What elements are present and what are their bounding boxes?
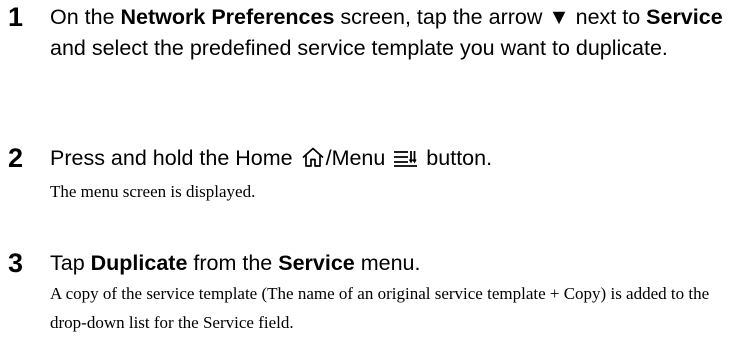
text-run: Tap [50, 251, 91, 275]
arrow-down-icon: ▼ [548, 5, 570, 29]
text-run: Press and hold the Home [50, 146, 299, 170]
step-number: 3 [8, 248, 24, 278]
step-body: Tap Duplicate from the Service menu. A c… [50, 248, 750, 337]
menu-icon [393, 146, 419, 177]
bold-term-network-preferences: Network Preferences [120, 5, 335, 29]
step-instruction: Press and hold the Home /Menu button. [50, 143, 750, 177]
text-run: On the [50, 5, 121, 29]
bold-term-duplicate: Duplicate [90, 251, 188, 275]
home-icon [301, 146, 325, 177]
text-run: screen, tap the arrow [334, 5, 549, 29]
step-instruction: On the Network Preferences screen, tap t… [50, 2, 750, 64]
text-run: button. [420, 146, 493, 170]
step-body: On the Network Preferences screen, tap t… [50, 2, 750, 64]
step-number: 2 [8, 143, 24, 173]
text-run: next to [569, 5, 647, 29]
step-result: A copy of the service template (The name… [50, 284, 710, 332]
step-number: 1 [8, 2, 24, 32]
bold-term-service: Service [278, 251, 355, 275]
step-instruction: Tap Duplicate from the Service menu. [50, 248, 750, 279]
step-body: Press and hold the Home /Menu button. Th… [50, 143, 750, 206]
text-run: menu. [354, 251, 421, 275]
bold-term-service: Service [646, 5, 723, 29]
step-result: The menu screen is displayed. [50, 182, 256, 201]
text-run: from the [187, 251, 279, 275]
text-run: /Menu [325, 146, 392, 170]
text-run: and select the predefined service templa… [50, 36, 668, 60]
